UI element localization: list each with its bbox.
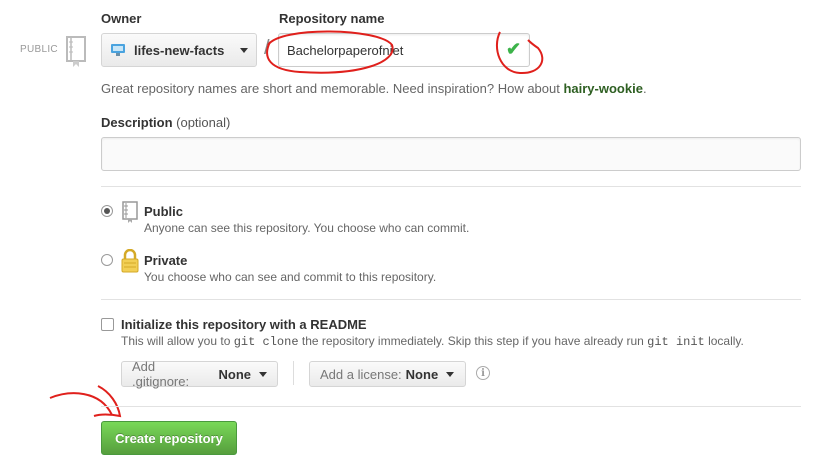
license-value: None bbox=[405, 366, 439, 382]
readme-description: This will allow you to git clone the rep… bbox=[121, 334, 744, 349]
description-label-text: Description bbox=[101, 115, 173, 130]
public-title: Public bbox=[144, 204, 184, 219]
lock-icon bbox=[121, 249, 139, 273]
license-label: Add a license: bbox=[320, 366, 402, 382]
readme-checkbox[interactable] bbox=[101, 318, 114, 331]
description-input[interactable] bbox=[101, 137, 801, 171]
readme-desc-part: locally. bbox=[704, 334, 744, 348]
chevron-down-icon bbox=[259, 371, 267, 377]
suggested-name-link[interactable]: hairy-wookie bbox=[563, 81, 642, 96]
git-init-code: git init bbox=[647, 335, 705, 349]
public-description: Anyone can see this repository. You choo… bbox=[144, 221, 470, 235]
hint-text: Great repository names are short and mem… bbox=[101, 81, 564, 96]
description-label: Description (optional) bbox=[101, 115, 230, 130]
private-radio[interactable] bbox=[101, 254, 113, 266]
readme-desc-part: This will allow you to bbox=[121, 334, 234, 348]
info-icon[interactable]: i bbox=[476, 366, 490, 380]
divider bbox=[101, 406, 801, 407]
select-separator bbox=[293, 361, 294, 385]
create-repository-button[interactable]: Create repository bbox=[101, 421, 237, 455]
private-title: Private bbox=[144, 253, 188, 268]
description-optional: (optional) bbox=[176, 115, 231, 130]
hint-end: . bbox=[642, 81, 647, 96]
book-icon bbox=[122, 201, 138, 223]
git-clone-code: git clone bbox=[233, 335, 299, 349]
divider bbox=[101, 186, 801, 187]
private-description: You choose who can see and commit to thi… bbox=[144, 270, 437, 284]
chevron-down-icon bbox=[446, 371, 455, 377]
gitignore-select-button[interactable]: Add .gitignore: None bbox=[121, 359, 278, 389]
name-hint: Great repository names are short and mem… bbox=[101, 81, 647, 96]
gitignore-value: None bbox=[218, 366, 252, 382]
readme-desc-part: the repository immediately. Skip this st… bbox=[298, 334, 648, 348]
public-radio[interactable] bbox=[101, 205, 113, 217]
red-annotation-circles bbox=[49, 30, 544, 418]
license-select-button[interactable]: Add a license: None bbox=[309, 361, 466, 387]
readme-title: Initialize this repository with a README bbox=[121, 317, 367, 332]
gitignore-label: Add .gitignore: bbox=[132, 359, 190, 389]
divider bbox=[101, 299, 801, 300]
